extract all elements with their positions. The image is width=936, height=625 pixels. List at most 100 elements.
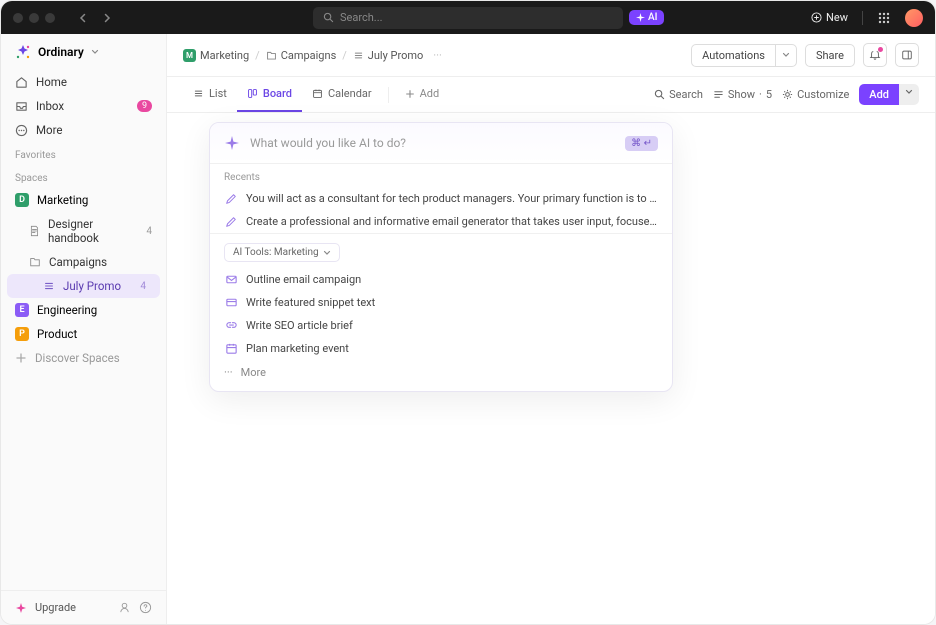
nav-inbox[interactable]: Inbox 9 [1,94,166,118]
document-icon [29,225,40,237]
view-tab-board[interactable]: Board [237,77,302,112]
sidebar: Ordinary Home Inbox 9 More Favorites Spa… [1,34,167,624]
ai-tool-plan-event[interactable]: Plan marketing event [210,337,672,360]
ai-more-button[interactable]: ··· More [210,360,672,391]
panel-icon [901,49,913,61]
maximize-window[interactable] [45,13,55,23]
ai-input[interactable]: What would you like AI to do? ⌘ ↵ [210,123,672,163]
view-search[interactable]: Search [654,88,703,101]
upgrade-button[interactable]: Upgrade [35,601,76,614]
chevron-down-icon [91,48,99,56]
search-icon [323,12,334,23]
ai-tool-label: Outline email campaign [246,273,361,286]
view-show-count: 5 [766,88,772,101]
folder-campaigns[interactable]: Campaigns [1,250,166,274]
close-window[interactable] [13,13,23,23]
view-show-sep: · [759,88,762,101]
breadcrumb-folder[interactable]: Campaigns [266,49,337,62]
minimize-window[interactable] [29,13,39,23]
ai-recent-item[interactable]: You will act as a consultant for tech pr… [210,187,672,210]
folder-label: Campaigns [49,255,107,269]
breadcrumb-separator: / [342,49,347,62]
new-button[interactable]: New [811,11,848,24]
nav-more[interactable]: More [1,118,166,142]
space-marketing[interactable]: D Marketing [1,188,166,212]
board-view-icon [247,88,258,99]
view-tab-label: Board [263,87,292,100]
gear-icon [782,89,793,100]
user-icon[interactable] [118,601,131,614]
view-tabs: List Board Calendar Add [167,77,935,113]
nav-home[interactable]: Home [1,70,166,94]
nav-more-label: More [36,123,63,137]
plus-circle-icon [811,12,822,23]
view-show[interactable]: Show · 5 [713,88,772,101]
calendar-view-icon [312,88,323,99]
sidebar-footer: Upgrade [1,590,166,624]
favorites-section-label: Favorites [1,142,166,165]
doc-designer-handbook[interactable]: Designer handbook 4 [1,212,166,250]
new-label: New [826,11,848,24]
back-button[interactable] [73,8,93,28]
link-icon [224,319,238,332]
space-label: Marketing [37,193,88,207]
view-customize[interactable]: Customize [782,88,849,101]
discover-spaces[interactable]: Discover Spaces [1,346,166,370]
plus-icon [405,89,415,99]
space-label: Product [37,327,77,341]
global-search[interactable]: Search... [313,7,623,29]
user-avatar[interactable] [905,9,923,27]
ai-tools-filter[interactable]: AI Tools: Marketing [224,243,340,262]
nav-home-label: Home [36,75,67,89]
view-tab-list[interactable]: List [183,77,237,112]
automations-label: Automations [702,49,765,62]
spaces-section-label: Spaces [1,165,166,188]
automations-dropdown[interactable] [775,44,797,67]
notifications-button[interactable] [863,43,887,67]
breadcrumb-page[interactable]: July Promo [353,49,424,62]
breadcrumb-workspace[interactable]: M Marketing [183,49,249,62]
calendar-icon [224,342,238,355]
ai-placeholder: What would you like AI to do? [250,136,625,150]
divider [388,87,389,103]
ai-tool-snippet[interactable]: Write featured snippet text [210,291,672,314]
add-view-button[interactable]: Add [395,77,450,112]
sparkle-icon [224,135,240,151]
add-view-label: Add [420,87,440,100]
content-header: M Marketing / Campaigns / July Promo ··· [167,34,935,77]
pencil-icon [224,216,238,228]
apps-icon[interactable] [877,11,891,25]
add-task-dropdown[interactable] [899,84,919,105]
breadcrumb-more[interactable]: ··· [433,49,442,62]
forward-button[interactable] [97,8,117,28]
content: M Marketing / Campaigns / July Promo ··· [167,34,935,624]
add-label: Add [869,88,889,101]
ai-tool-label: Plan marketing event [246,342,349,355]
panel-toggle-button[interactable] [895,43,919,67]
dots-icon: ··· [224,366,233,379]
ai-panel: What would you like AI to do? ⌘ ↵ Recent… [209,122,673,392]
ai-label: AI [648,12,657,23]
view-tab-calendar[interactable]: Calendar [302,77,382,112]
crumb-label: Campaigns [281,49,337,62]
workspace-switcher[interactable]: Ordinary [1,34,166,70]
help-icon[interactable] [139,601,152,614]
space-product[interactable]: P Product [1,322,166,346]
list-july-promo[interactable]: July Promo 4 [7,274,160,298]
share-button[interactable]: Share [805,44,855,67]
ai-badge[interactable]: AI [629,10,664,25]
ai-more-label: More [241,366,266,379]
ai-filter-label: AI Tools: Marketing [233,247,319,258]
add-task-button[interactable]: Add [859,84,899,105]
nav-inbox-label: Inbox [36,99,64,113]
view-search-label: Search [669,88,703,101]
workspace-logo-icon [15,44,31,60]
ai-tool-outline-email[interactable]: Outline email campaign [210,268,672,291]
ai-shortcut: ⌘ ↵ [625,136,658,151]
space-badge: E [15,303,29,317]
ai-tool-seo-brief[interactable]: Write SEO article brief [210,314,672,337]
automations-button[interactable]: Automations [691,44,775,67]
space-engineering[interactable]: E Engineering [1,298,166,322]
ai-recent-item[interactable]: Create a professional and informative em… [210,210,672,233]
view-tab-label: List [209,87,227,100]
